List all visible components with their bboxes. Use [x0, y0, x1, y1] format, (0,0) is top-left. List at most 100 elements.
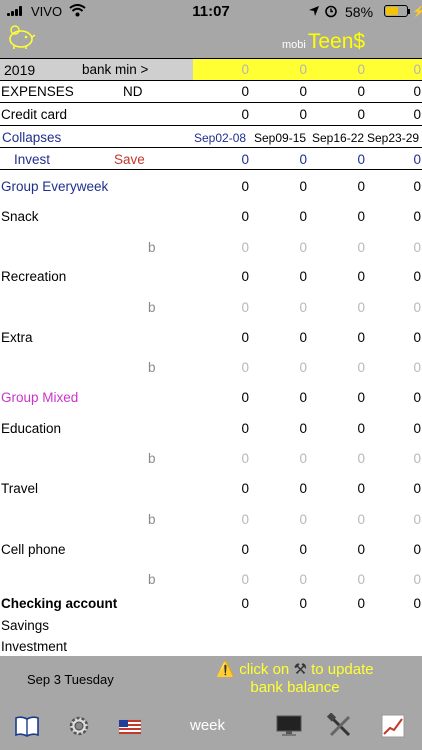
tools-icon: ⚒: [293, 661, 307, 678]
category-value: 0: [413, 481, 421, 496]
week-header[interactable]: Sep09-15: [254, 131, 306, 145]
budget-row-extra[interactable]: b 0 0 0 0: [0, 360, 422, 378]
budget-value: 0: [357, 240, 365, 255]
budget-label: b: [148, 451, 156, 466]
battery-tip: [408, 9, 410, 14]
category-value: 0: [357, 421, 365, 436]
budget-label: b: [148, 300, 156, 315]
budget-value: 0: [413, 240, 421, 255]
credit-card-row[interactable]: Credit card 0 0 0 0: [0, 107, 422, 127]
gear-icon[interactable]: [66, 713, 92, 739]
checking-value: 0: [299, 596, 307, 611]
update-balance-hint[interactable]: ⚠️ click on ⚒ to update bank balance: [190, 661, 400, 697]
investment-row[interactable]: Investment: [0, 639, 422, 657]
budget-row-recreation[interactable]: b 0 0 0 0: [0, 300, 422, 318]
category-label: Education: [1, 421, 62, 436]
group-mixed-row[interactable]: Group Mixed 0 0 0 0: [0, 390, 422, 408]
credit-card-value: 0: [413, 107, 421, 122]
budget-row-education[interactable]: b 0 0 0 0: [0, 451, 422, 469]
category-row-snack[interactable]: Snack 0 0 0 0: [0, 209, 422, 227]
period-toggle[interactable]: week: [190, 717, 225, 734]
category-row-extra[interactable]: Extra 0 0 0 0: [0, 330, 422, 348]
category-row-cell-phone[interactable]: Cell phone 0 0 0 0: [0, 542, 422, 560]
divider: [0, 169, 422, 170]
collapses-button[interactable]: Collapses: [2, 130, 61, 145]
category-value: 0: [357, 330, 365, 345]
battery-icon: [384, 5, 408, 17]
checking-account-label: Checking account: [1, 596, 118, 611]
group-everyweek-row[interactable]: Group Everyweek 0 0 0 0: [0, 179, 422, 197]
bank-min-value[interactable]: 0: [258, 62, 307, 77]
category-row-recreation[interactable]: Recreation 0 0 0 0: [0, 269, 422, 287]
week-header[interactable]: Sep02-08: [194, 131, 246, 145]
divider: [0, 147, 422, 148]
category-row-travel[interactable]: Travel 0 0 0 0: [0, 481, 422, 499]
category-value: 0: [241, 269, 249, 284]
bank-min-value[interactable]: 0: [200, 62, 249, 77]
us-flag-icon[interactable]: [118, 713, 142, 739]
category-label: Extra: [1, 330, 33, 345]
group-value: 0: [299, 390, 307, 405]
week-header[interactable]: Sep16-22: [312, 131, 364, 145]
current-date[interactable]: Sep 3 Tuesday: [27, 672, 114, 687]
warning-icon: ⚠️: [216, 661, 236, 678]
year-label[interactable]: 2019: [4, 62, 35, 78]
savings-label: Savings: [1, 618, 50, 633]
budget-value: 0: [413, 572, 421, 587]
group-value: 0: [299, 179, 307, 194]
bank-min-value[interactable]: 0: [370, 62, 421, 77]
category-value: 0: [413, 269, 421, 284]
bank-min-label[interactable]: bank min >: [82, 62, 148, 77]
top-bar: VIVO 11:07 58% ⚡ mobiTeen$: [0, 0, 422, 58]
budget-value: 0: [413, 300, 421, 315]
chart-icon[interactable]: [381, 713, 405, 739]
budget-label: b: [148, 360, 156, 375]
monitor-icon[interactable]: [275, 713, 303, 739]
group-mixed-label: Group Mixed: [1, 390, 79, 405]
budget-value: 0: [299, 360, 307, 375]
group-value: 0: [241, 179, 249, 194]
invest-value: 0: [357, 152, 365, 167]
budget-value: 0: [357, 360, 365, 375]
budget-value: 0: [299, 240, 307, 255]
group-value: 0: [413, 390, 421, 405]
category-label: Snack: [1, 209, 39, 224]
tools-icon[interactable]: [327, 713, 353, 739]
category-value: 0: [413, 421, 421, 436]
category-row-education[interactable]: Education 0 0 0 0: [0, 421, 422, 439]
category-value: 0: [241, 542, 249, 557]
category-value: 0: [299, 269, 307, 284]
group-value: 0: [357, 390, 365, 405]
expenses-value: 0: [241, 84, 249, 99]
hint-text-3: bank balance: [250, 679, 340, 696]
invest-save-row: Invest Save 0 0 0 0: [0, 152, 422, 170]
week-header[interactable]: Sep23-29: [367, 131, 419, 145]
charging-icon: ⚡: [412, 6, 422, 18]
save-button[interactable]: Save: [114, 152, 145, 167]
invest-value: 0: [241, 152, 249, 167]
category-value: 0: [299, 209, 307, 224]
budget-row-travel[interactable]: b 0 0 0 0: [0, 512, 422, 530]
budget-value: 0: [413, 360, 421, 375]
battery-percent: 58%: [345, 4, 374, 20]
budget-row-cell-phone[interactable]: b 0 0 0 0: [0, 572, 422, 590]
invest-button[interactable]: Invest: [14, 152, 50, 167]
budget-value: 0: [241, 572, 249, 587]
brand-small: mobi: [282, 39, 306, 51]
category-value: 0: [299, 542, 307, 557]
savings-row[interactable]: Savings: [0, 618, 422, 636]
category-value: 0: [357, 542, 365, 557]
budget-value: 0: [299, 300, 307, 315]
book-icon[interactable]: [14, 713, 40, 739]
bank-min-value[interactable]: 0: [316, 62, 365, 77]
brand-big: Teen$: [307, 30, 366, 53]
checking-account-row[interactable]: Checking account 0 0 0 0: [0, 596, 422, 614]
group-value: 0: [241, 390, 249, 405]
footer-bar: Sep 3 Tuesday ⚠️ click on ⚒ to update ba…: [0, 656, 422, 700]
budget-label: b: [148, 572, 156, 587]
expenses-row[interactable]: EXPENSES ND 0 0 0 0: [0, 84, 422, 104]
budget-row-snack[interactable]: b 0 0 0 0: [0, 240, 422, 258]
tab-bar: week: [0, 700, 422, 750]
piggy-bank-icon[interactable]: [6, 24, 36, 50]
checking-value: 0: [241, 596, 249, 611]
